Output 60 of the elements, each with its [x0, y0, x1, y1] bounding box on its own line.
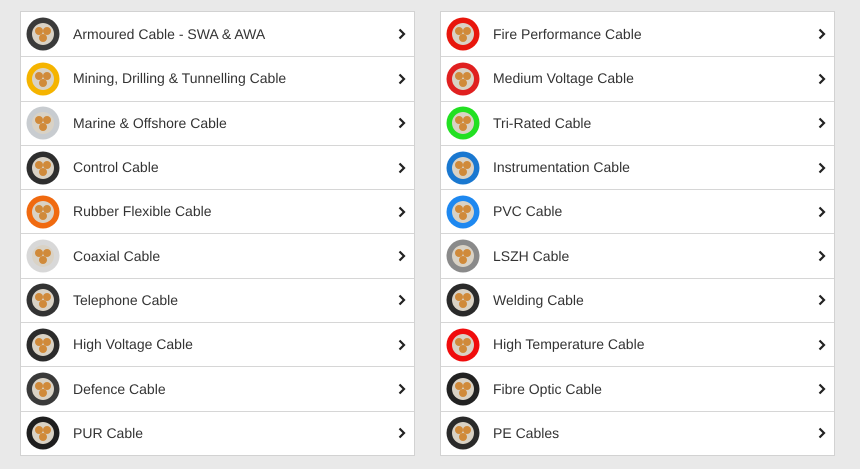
- category-label: LSZH Cable: [493, 246, 570, 266]
- category-item[interactable]: Telephone Cable: [21, 278, 414, 322]
- chevron-right-icon: [818, 250, 826, 262]
- category-label: Fire Performance Cable: [493, 24, 643, 44]
- category-label: PE Cables: [493, 424, 560, 443]
- category-label: Mining, Drilling & Tunnelling Cable: [73, 69, 288, 88]
- chevron-right-icon: [398, 162, 406, 174]
- category-label: PUR Cable: [73, 424, 144, 443]
- category-label: High Voltage Cable: [73, 335, 194, 354]
- category-label: Defence Cable: [73, 380, 167, 399]
- category-item[interactable]: Mining, Drilling & Tunnelling Cable: [21, 56, 414, 101]
- category-label: Marine & Offshore Cable: [73, 114, 228, 133]
- category-label: Welding Cable: [493, 290, 585, 310]
- chevron-right-icon: [398, 72, 406, 85]
- category-item[interactable]: Coaxial Cable: [21, 233, 414, 278]
- chevron-right-icon: [398, 427, 406, 440]
- category-item[interactable]: High Voltage Cable: [21, 322, 414, 366]
- category-item[interactable]: Rubber Flexible Cable: [21, 189, 414, 234]
- chevron-right-icon: [818, 338, 826, 351]
- category-label: Rubber Flexible Cable: [73, 202, 213, 222]
- category-item[interactable]: PVC Cable: [441, 189, 834, 234]
- chevron-right-icon: [398, 294, 406, 306]
- chevron-right-icon: [398, 117, 406, 130]
- category-item[interactable]: Defence Cable: [21, 366, 414, 411]
- category-item[interactable]: Welding Cable: [441, 278, 834, 322]
- chevron-right-icon: [398, 338, 406, 351]
- chevron-right-icon: [398, 383, 406, 396]
- category-label: Telephone Cable: [73, 290, 180, 310]
- category-item[interactable]: Instrumentation Cable: [441, 144, 834, 190]
- chevron-right-icon: [818, 162, 826, 174]
- chevron-right-icon: [818, 28, 826, 40]
- category-label: Coaxial Cable: [73, 246, 162, 266]
- chevron-right-icon: [818, 427, 826, 440]
- chevron-right-icon: [398, 250, 406, 262]
- category-label: Medium Voltage Cable: [493, 69, 635, 88]
- category-label: Control Cable: [73, 158, 160, 178]
- category-label: Instrumentation Cable: [493, 158, 631, 178]
- chevron-right-icon: [818, 72, 826, 85]
- category-label: Tri-Rated Cable: [493, 114, 592, 133]
- category-label: PVC Cable: [493, 202, 564, 222]
- category-label: Armoured Cable - SWA & AWA: [73, 24, 266, 44]
- category-label: High Temperature Cable: [493, 335, 646, 354]
- category-item[interactable]: LSZH Cable: [441, 233, 834, 278]
- category-item[interactable]: Armoured Cable - SWA & AWA: [21, 12, 414, 56]
- chevron-right-icon: [818, 383, 826, 396]
- chevron-right-icon: [818, 206, 826, 218]
- chevron-right-icon: [398, 28, 406, 40]
- category-item[interactable]: PE Cables: [441, 410, 834, 455]
- chevron-right-icon: [818, 117, 826, 130]
- category-item[interactable]: Tri-Rated Cable: [441, 100, 834, 145]
- category-item[interactable]: PUR Cable: [21, 410, 414, 455]
- chevron-right-icon: [398, 206, 406, 218]
- chevron-right-icon: [818, 294, 826, 306]
- category-item[interactable]: Medium Voltage Cable: [441, 56, 834, 101]
- category-item[interactable]: Marine & Offshore Cable: [21, 100, 414, 145]
- category-item[interactable]: Fibre Optic Cable: [441, 366, 834, 411]
- category-item[interactable]: High Temperature Cable: [441, 322, 834, 366]
- category-item[interactable]: Fire Performance Cable: [441, 12, 834, 56]
- category-item[interactable]: Control Cable: [21, 144, 414, 190]
- category-label: Fibre Optic Cable: [493, 380, 603, 399]
